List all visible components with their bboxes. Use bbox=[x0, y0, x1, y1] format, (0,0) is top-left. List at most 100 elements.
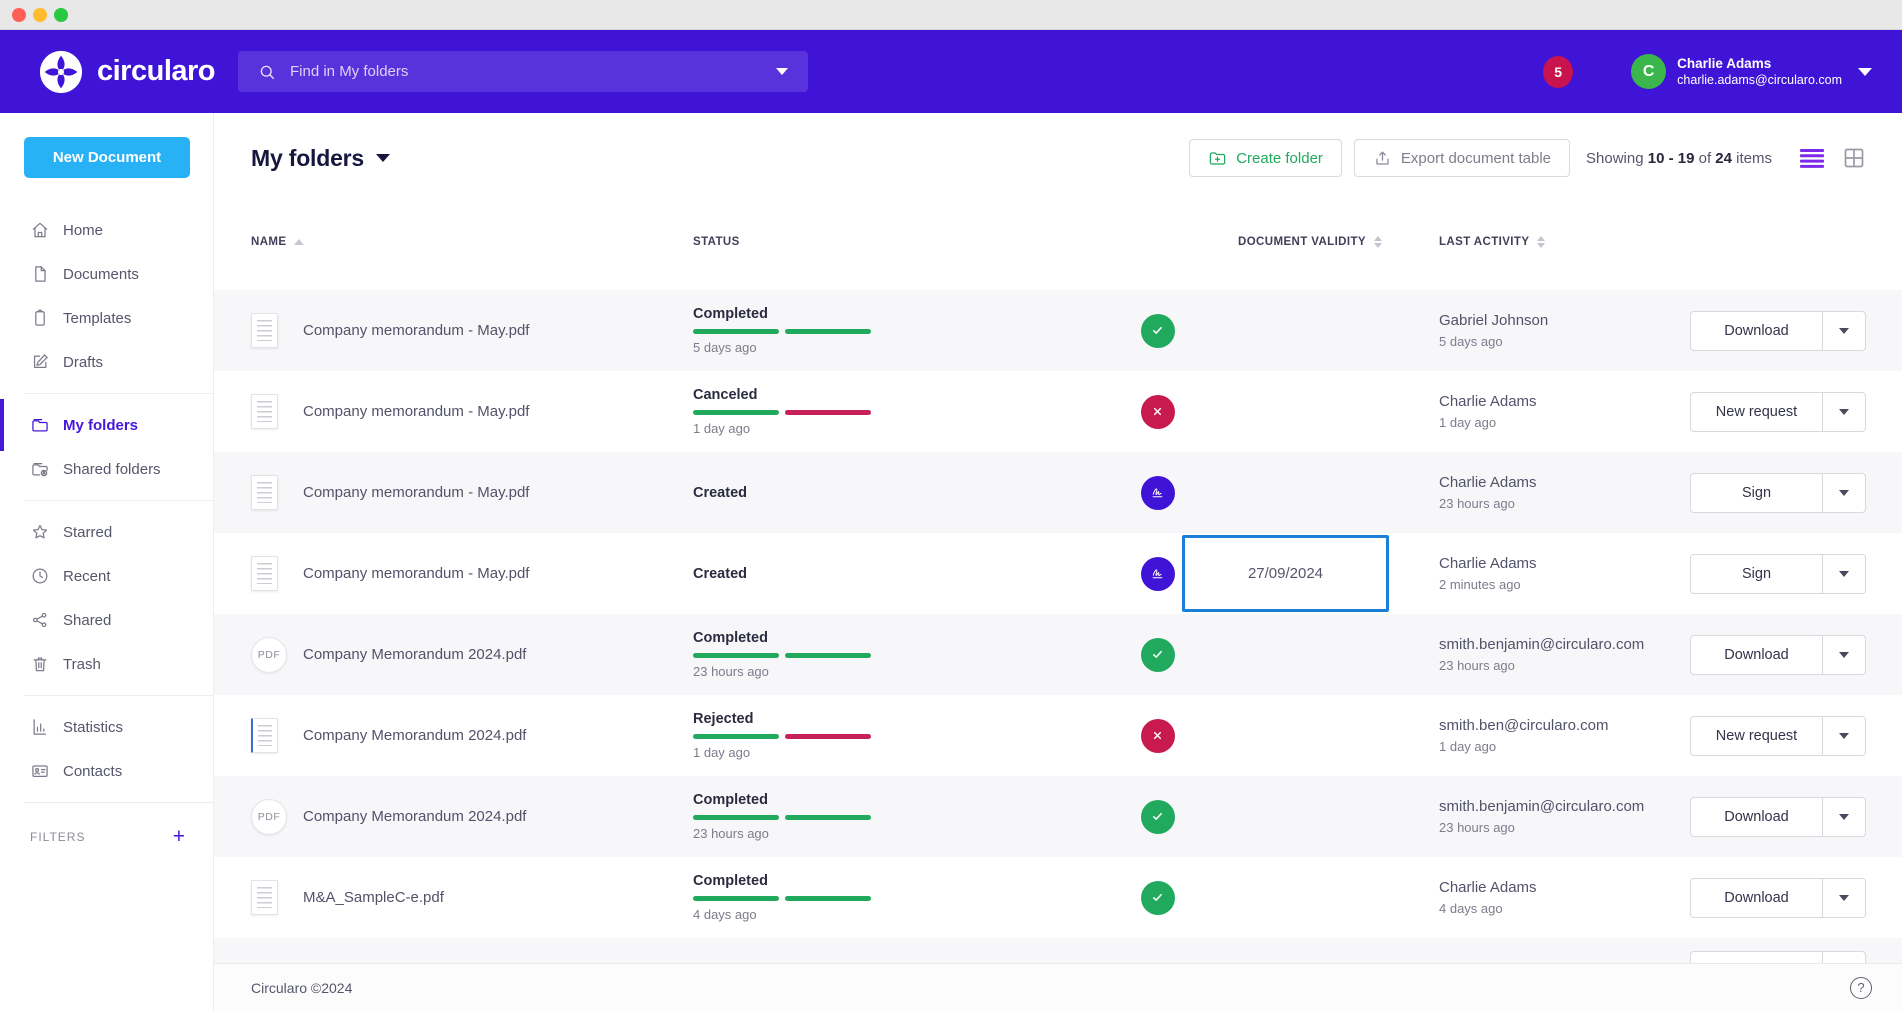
search-scope-dropdown-icon[interactable] bbox=[776, 68, 788, 75]
row-action-dropdown[interactable] bbox=[1822, 717, 1865, 755]
table-row[interactable]: PDF Company Memorandum 2024.pdf Complete… bbox=[214, 614, 1902, 695]
column-header-document-validity[interactable]: DOCUMENT VALIDITY bbox=[1182, 236, 1389, 248]
search-input[interactable] bbox=[290, 63, 776, 80]
user-menu-chevron-icon[interactable] bbox=[1858, 68, 1872, 76]
sidebar-item-my-folders[interactable]: My folders bbox=[0, 403, 213, 447]
status-time: 5 days ago bbox=[693, 340, 757, 355]
new-document-button[interactable]: New Document bbox=[24, 137, 190, 178]
last-activity-time: 23 hours ago bbox=[1439, 658, 1515, 673]
user-info[interactable]: Charlie Adams charlie.adams@circularo.co… bbox=[1677, 55, 1842, 89]
templates-icon bbox=[30, 308, 50, 328]
recent-icon bbox=[30, 566, 50, 586]
list-view-toggle[interactable] bbox=[1800, 148, 1824, 168]
row-action-button[interactable]: Sign bbox=[1691, 474, 1822, 512]
column-header-name[interactable]: NAME bbox=[214, 236, 693, 248]
row-action-button[interactable]: Download bbox=[1691, 879, 1822, 917]
status-progress-bar bbox=[693, 329, 871, 334]
row-action-button[interactable]: New request bbox=[1691, 393, 1822, 431]
row-action-dropdown[interactable] bbox=[1822, 393, 1865, 431]
export-document-table-button[interactable]: Export document table bbox=[1354, 139, 1570, 177]
row-action-dropdown[interactable] bbox=[1822, 312, 1865, 350]
sidebar-item-home[interactable]: Home bbox=[0, 208, 213, 252]
window-zoom-icon[interactable] bbox=[54, 8, 68, 22]
last-activity-user: smith.ben@circularo.com bbox=[1439, 717, 1608, 734]
row-action-dropdown[interactable] bbox=[1822, 798, 1865, 836]
column-header-status[interactable]: STATUS bbox=[693, 236, 1133, 248]
table-row[interactable]: Company memorandum - May.pdf Created Cha… bbox=[214, 452, 1902, 533]
table-row[interactable]: Company memorandum - May.pdf Completed 5… bbox=[214, 290, 1902, 371]
table-row[interactable]: Company Memorandum 2024.pdf Rejected 1 d… bbox=[214, 695, 1902, 776]
document-validity-cell[interactable]: 27/09/2024 bbox=[1182, 533, 1389, 614]
row-action-button[interactable]: Download bbox=[1691, 636, 1822, 674]
sidebar-item-trash[interactable]: Trash bbox=[0, 642, 213, 686]
table-row-partial[interactable] bbox=[214, 938, 1902, 963]
document-icon: PDF bbox=[251, 637, 289, 673]
folder-dropdown-icon[interactable] bbox=[376, 154, 390, 162]
row-action-dropdown[interactable] bbox=[1822, 555, 1865, 593]
last-activity-time: 23 hours ago bbox=[1439, 496, 1515, 511]
sidebar-item-statistics[interactable]: Statistics bbox=[0, 705, 213, 749]
sidebar-item-label: Shared folders bbox=[63, 461, 161, 478]
row-action-dropdown[interactable] bbox=[1822, 879, 1865, 917]
table-row[interactable]: M&A_SampleC-e.pdf Completed 4 days ago C… bbox=[214, 857, 1902, 938]
document-validity-cell[interactable] bbox=[1182, 371, 1389, 452]
row-action-dropdown[interactable] bbox=[1822, 636, 1865, 674]
table-row[interactable]: PDF Company Memorandum 2024.pdf Complete… bbox=[214, 776, 1902, 857]
search-bar[interactable] bbox=[238, 51, 808, 92]
row-action-dropdown[interactable] bbox=[1822, 474, 1865, 512]
sidebar-item-contacts[interactable]: Contacts bbox=[0, 749, 213, 793]
user-avatar[interactable]: C bbox=[1631, 54, 1666, 89]
brand-logo[interactable]: circularo bbox=[38, 30, 215, 113]
create-folder-button[interactable]: Create folder bbox=[1189, 139, 1342, 177]
document-validity-cell[interactable] bbox=[1182, 776, 1389, 857]
status-progress-bar bbox=[693, 734, 871, 739]
sidebar-item-shared[interactable]: Shared bbox=[0, 598, 213, 642]
status-label: Completed bbox=[693, 630, 768, 646]
add-filter-button[interactable]: + bbox=[173, 826, 185, 847]
document-validity-cell[interactable] bbox=[1182, 614, 1389, 695]
help-icon[interactable]: ? bbox=[1850, 977, 1872, 999]
notification-badge[interactable]: 5 bbox=[1543, 56, 1573, 88]
document-validity-cell[interactable] bbox=[1182, 452, 1389, 533]
document-validity-cell[interactable] bbox=[1182, 290, 1389, 371]
last-activity-user: Charlie Adams bbox=[1439, 555, 1537, 572]
table-row[interactable]: Company memorandum - May.pdf Canceled 1 … bbox=[214, 371, 1902, 452]
table-row[interactable]: Company memorandum - May.pdf Created 27/… bbox=[214, 533, 1902, 614]
documents-icon bbox=[30, 264, 50, 284]
document-icon bbox=[251, 475, 289, 510]
items-total: 24 bbox=[1715, 150, 1732, 167]
row-action-button[interactable]: Download bbox=[1691, 312, 1822, 350]
copyright-label: Circularo ©2024 bbox=[251, 980, 352, 996]
last-activity-user: Charlie Adams bbox=[1439, 879, 1537, 896]
document-icon bbox=[251, 718, 289, 753]
sidebar-item-drafts[interactable]: Drafts bbox=[0, 340, 213, 384]
row-action-button[interactable] bbox=[1690, 951, 1866, 963]
sidebar-item-templates[interactable]: Templates bbox=[0, 296, 213, 340]
sidebar-item-documents[interactable]: Documents bbox=[0, 252, 213, 296]
app-header: circularo 5 C Charlie Adams charlie.adam… bbox=[0, 30, 1902, 113]
row-action-button[interactable]: Download bbox=[1691, 798, 1822, 836]
filters-section: FILTERS+ bbox=[0, 812, 213, 847]
row-action-button[interactable]: Sign bbox=[1691, 555, 1822, 593]
document-validity-cell[interactable] bbox=[1182, 695, 1389, 776]
window-minimize-icon[interactable] bbox=[33, 8, 47, 22]
column-header-last-activity[interactable]: LAST ACTIVITY bbox=[1389, 236, 1674, 248]
sort-icon bbox=[1374, 236, 1382, 248]
document-icon bbox=[251, 394, 289, 429]
last-activity-user: Charlie Adams bbox=[1439, 393, 1537, 410]
sidebar-item-shared-folders[interactable]: Shared folders bbox=[0, 447, 213, 491]
grid-view-toggle[interactable] bbox=[1842, 146, 1866, 170]
shared-folders-icon bbox=[30, 459, 50, 479]
last-activity-time: 2 minutes ago bbox=[1439, 577, 1521, 592]
document-name: Company Memorandum 2024.pdf bbox=[303, 808, 526, 825]
window-close-icon[interactable] bbox=[12, 8, 26, 22]
document-validity-cell[interactable] bbox=[1182, 857, 1389, 938]
sidebar-item-label: Drafts bbox=[63, 354, 103, 371]
sidebar-item-recent[interactable]: Recent bbox=[0, 554, 213, 598]
document-validity-value[interactable]: 27/09/2024 bbox=[1182, 535, 1389, 612]
window-title-bar bbox=[0, 0, 1902, 30]
sidebar-item-starred[interactable]: Starred bbox=[0, 510, 213, 554]
sidebar-divider bbox=[24, 393, 213, 394]
shared-icon bbox=[30, 610, 50, 630]
row-action-button[interactable]: New request bbox=[1691, 717, 1822, 755]
